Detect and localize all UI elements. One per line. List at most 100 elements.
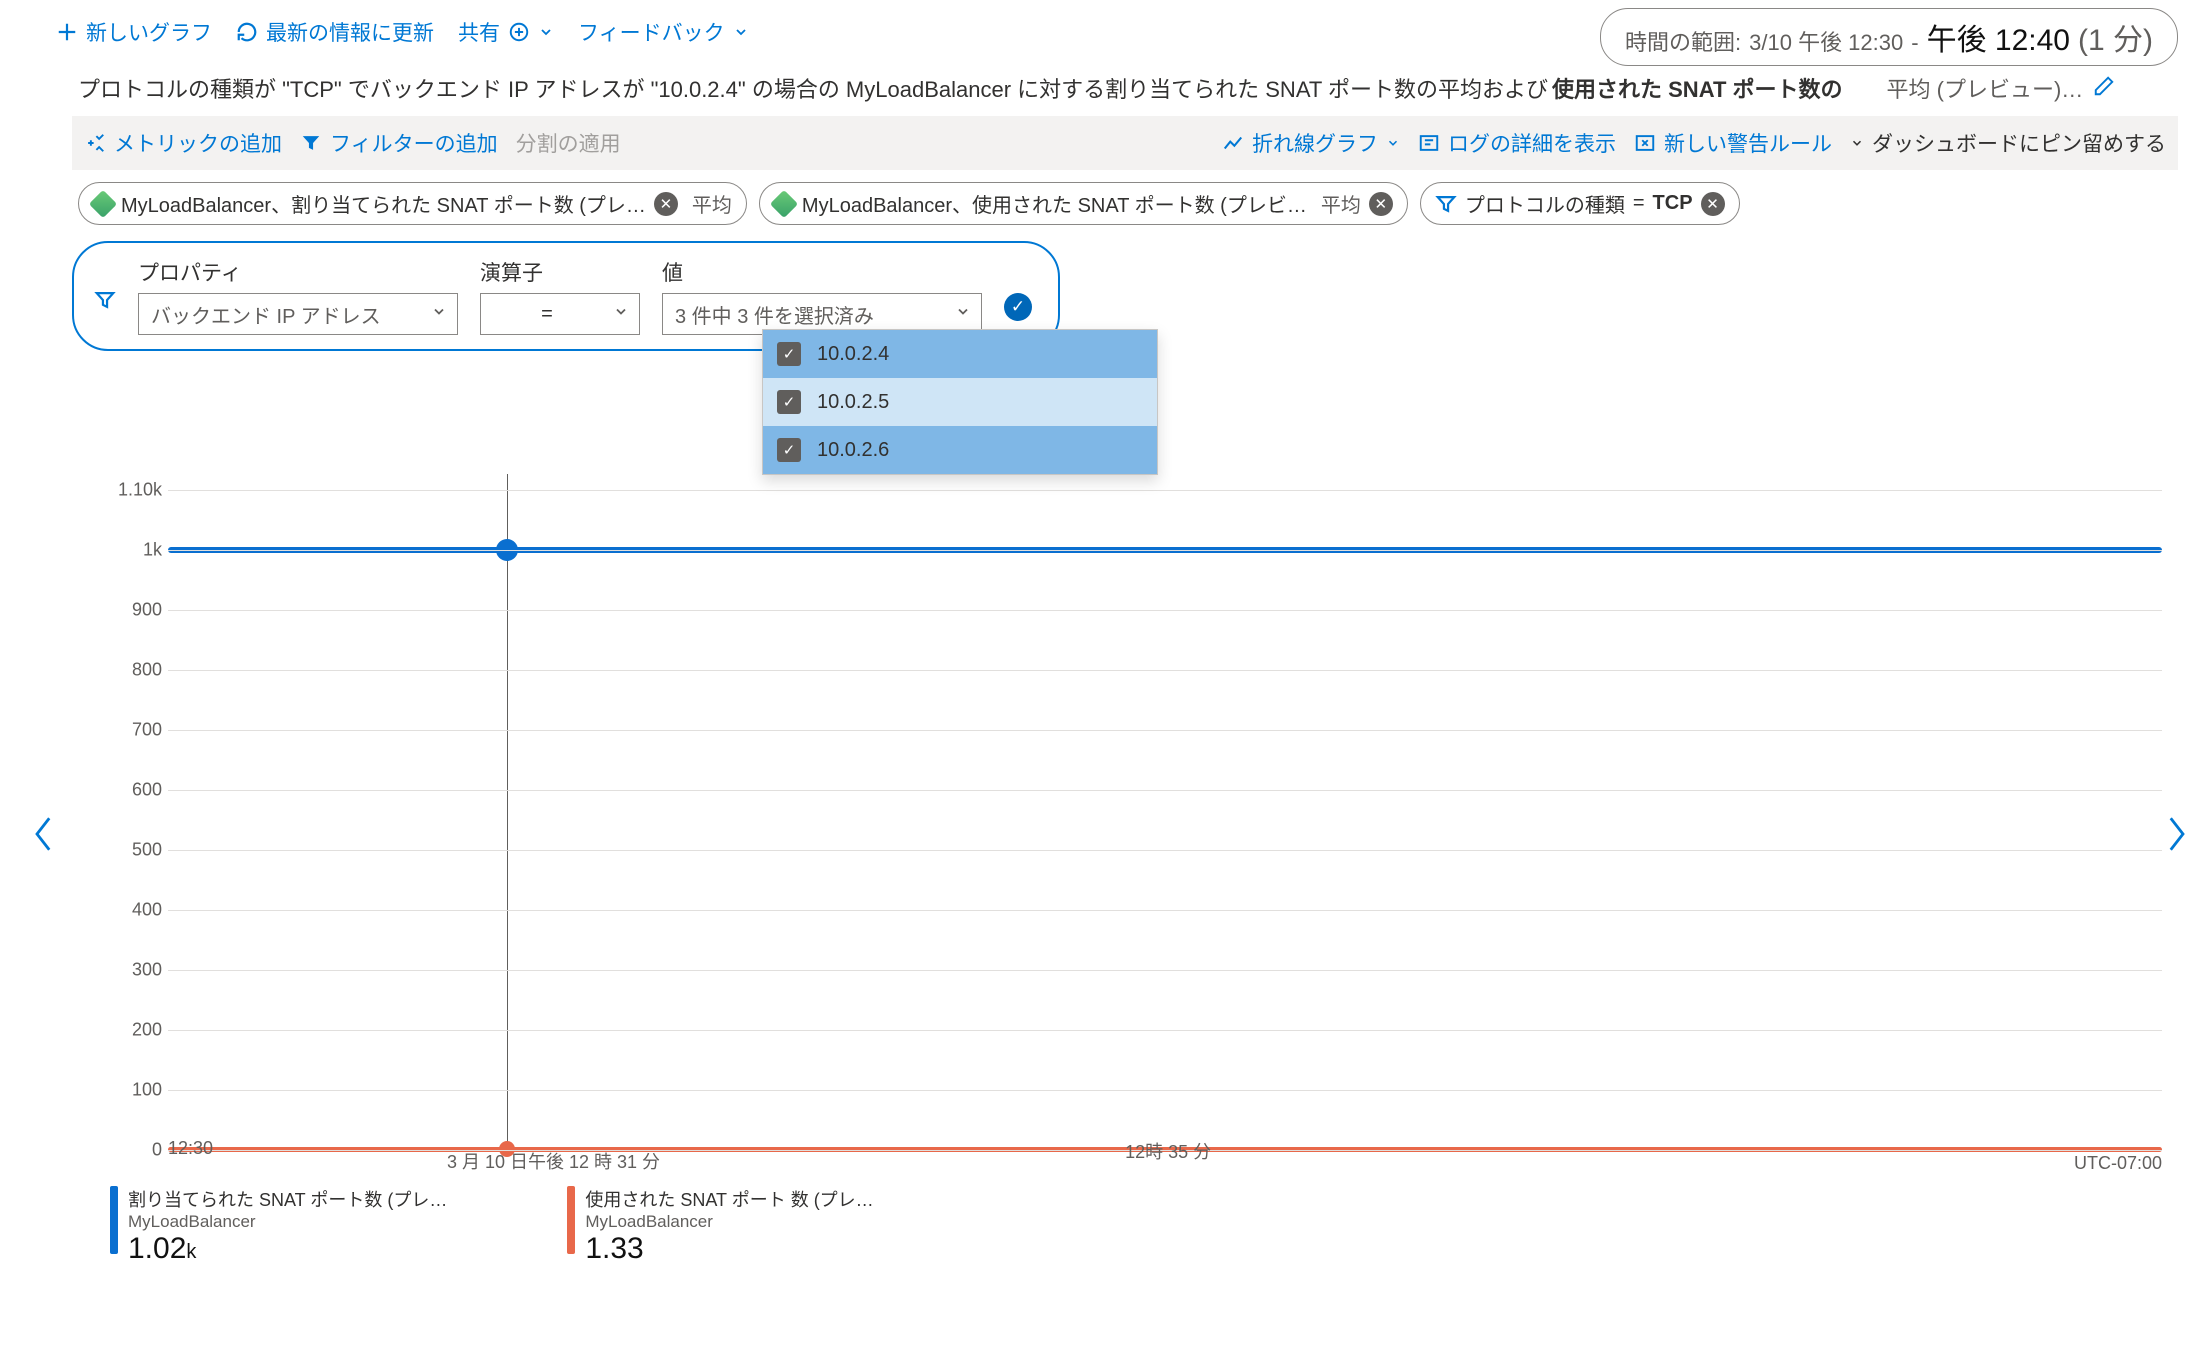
- remove-chip-icon[interactable]: ✕: [1369, 192, 1393, 216]
- timezone-label: UTC-07:00: [2074, 1153, 2162, 1174]
- time-range-sep: -: [1911, 30, 1918, 56]
- filter-property-label: プロパティ: [138, 257, 458, 287]
- checkbox-checked-icon: ✓: [777, 342, 801, 366]
- legend-item[interactable]: 使用された SNAT ポート 数 (プレ… MyLoadBalancer 1.3…: [567, 1186, 873, 1266]
- chevron-down-icon: [733, 24, 749, 40]
- cursor-time-label: 3 月 10 日午後 12 時 31 分: [447, 1148, 660, 1174]
- metric-chip-agg: 平均: [692, 189, 732, 218]
- filter-property-select[interactable]: バックエンド IP アドレス: [138, 293, 458, 335]
- edit-title-icon[interactable]: [2093, 75, 2115, 103]
- time-range-picker[interactable]: 時間の範囲: 3/10 午後 12:30 - 午後 12:40 (1 分): [1600, 8, 2178, 66]
- dropdown-option-label: 10.0.2.5: [817, 391, 889, 414]
- dropdown-option-label: 10.0.2.6: [817, 439, 889, 462]
- filter-operator-value: =: [541, 303, 553, 326]
- chart-grid: [168, 490, 2162, 1150]
- dropdown-option[interactable]: ✓ 10.0.2.4: [763, 330, 1157, 378]
- new-chart-button[interactable]: 新しいグラフ: [56, 17, 212, 47]
- chevron-down-icon: [613, 303, 629, 326]
- add-metric-button[interactable]: メトリックの追加: [84, 128, 282, 158]
- metric-diamond-icon: [770, 189, 798, 217]
- plus-icon: [56, 21, 78, 43]
- legend-item[interactable]: 割り当てられた SNAT ポート数 (プレ… MyLoadBalancer 1.…: [110, 1186, 447, 1266]
- filter-operator-select[interactable]: =: [480, 293, 640, 335]
- filter-value-label: 値: [662, 257, 982, 287]
- chart-toolbar: メトリックの追加 フィルターの追加 分割の適用 折れ線グラフ ログの詳細を表示 …: [72, 116, 2178, 170]
- apply-split-label: 分割の適用: [516, 128, 621, 158]
- metric-chip-agg: 平均: [1321, 189, 1361, 218]
- feedback-button[interactable]: フィードバック: [578, 17, 749, 47]
- checkbox-checked-icon: ✓: [777, 438, 801, 462]
- line-chart-icon: [1222, 132, 1244, 154]
- metric-chip-allocated[interactable]: MyLoadBalancer、割り当てられた SNAT ポート数 (プレ… ✕ …: [78, 182, 747, 225]
- filter-property-col: プロパティ バックエンド IP アドレス: [138, 257, 458, 335]
- metric-chip-label: MyLoadBalancer、割り当てられた SNAT ポート数 (プレ…: [121, 189, 646, 218]
- dropdown-option[interactable]: ✓ 10.0.2.6: [763, 426, 1157, 474]
- add-filter-button[interactable]: フィルターの追加: [300, 128, 498, 158]
- metric-diamond-icon: [89, 189, 117, 217]
- time-range-duration: (1 分): [2078, 15, 2153, 59]
- filter-property-value: バックエンド IP アドレス: [151, 300, 381, 329]
- chart-title-bold: 使用された SNAT ポート数の: [1552, 72, 1842, 104]
- filter-chip-prop: プロトコルの種類: [1465, 189, 1625, 218]
- chart-type-button[interactable]: 折れ線グラフ: [1222, 128, 1400, 158]
- chart-type-label: 折れ線グラフ: [1252, 128, 1378, 158]
- checkbox-checked-icon: ✓: [777, 390, 801, 414]
- filter-operator-label: 演算子: [480, 257, 640, 287]
- drill-logs-button[interactable]: ログの詳細を表示: [1418, 128, 1616, 158]
- chevron-down-icon: [1386, 136, 1400, 150]
- sparkle-add-icon: [84, 132, 106, 154]
- new-chart-label: 新しいグラフ: [86, 17, 212, 47]
- metric-chip-label: MyLoadBalancer、使用された SNAT ポート数 (プレビ…: [802, 189, 1307, 218]
- dropdown-option[interactable]: ✓ 10.0.2.5: [763, 378, 1157, 426]
- chart-title-main: プロトコルの種類が "TCP" でバックエンド IP アドレスが "10.0.2…: [78, 72, 1548, 104]
- x-axis-tick: 12時 35 分: [1125, 1138, 1211, 1164]
- remove-chip-icon[interactable]: ✕: [654, 192, 678, 216]
- filter-chip-protocol[interactable]: プロトコルの種類 = TCP ✕: [1420, 182, 1740, 225]
- legend-resource: MyLoadBalancer: [128, 1212, 447, 1232]
- share-icon: [508, 21, 530, 43]
- next-chart-button[interactable]: [2160, 810, 2192, 858]
- legend-series-name: 割り当てられた SNAT ポート数 (プレ…: [128, 1186, 447, 1212]
- add-filter-label: フィルターの追加: [330, 128, 498, 158]
- chevron-down-icon: [431, 303, 447, 326]
- filter-value-dropdown: ✓ 10.0.2.4 ✓ 10.0.2.5 ✓ 10.0.2.6: [762, 329, 1158, 475]
- alert-icon: [1634, 132, 1656, 154]
- chevron-down-icon: [538, 24, 554, 40]
- legend-color-bar: [567, 1186, 575, 1254]
- funnel-icon: [300, 132, 322, 154]
- chevron-down-icon: [1850, 136, 1864, 150]
- filter-chip-op: =: [1633, 192, 1645, 215]
- funnel-icon: [94, 289, 116, 317]
- filter-operator-col: 演算子 =: [480, 257, 640, 335]
- dropdown-option-label: 10.0.2.4: [817, 343, 889, 366]
- filter-value-value: 3 件中 3 件を選択済み: [675, 300, 874, 329]
- drill-logs-label: ログの詳細を表示: [1448, 128, 1616, 158]
- share-button[interactable]: 共有: [458, 17, 554, 47]
- refresh-icon: [236, 21, 258, 43]
- apply-split-button[interactable]: 分割の適用: [516, 128, 621, 158]
- chart-title-agg: 平均 (プレビュー)…: [1887, 72, 2084, 104]
- time-range-end: 午後 12:40: [1927, 15, 2070, 59]
- metric-chip-used[interactable]: MyLoadBalancer、使用された SNAT ポート数 (プレビ… 平均 …: [759, 182, 1408, 225]
- prev-chart-button[interactable]: [28, 810, 60, 858]
- apply-filter-button[interactable]: ✓: [1004, 293, 1032, 321]
- pin-dashboard-button[interactable]: ダッシュボードにピン留めする: [1850, 128, 2166, 158]
- pin-dashboard-label: ダッシュボードにピン留めする: [1872, 128, 2166, 158]
- refresh-button[interactable]: 最新の情報に更新: [236, 17, 434, 47]
- filter-chip-val: TCP: [1653, 192, 1693, 215]
- legend-value: 1.02k: [128, 1232, 447, 1266]
- remove-chip-icon[interactable]: ✕: [1701, 192, 1725, 216]
- feedback-label: フィードバック: [578, 17, 725, 47]
- add-metric-label: メトリックの追加: [114, 128, 282, 158]
- chart-title-row: プロトコルの種類が "TCP" でバックエンド IP アドレスが "10.0.2…: [0, 64, 2202, 112]
- filter-editor: プロパティ バックエンド IP アドレス 演算子 = 値 3 件中 3 件を選択…: [72, 241, 1060, 351]
- x-axis-tick: 12:30: [168, 1138, 213, 1174]
- chart-cursor-line: [507, 474, 509, 1150]
- legend-color-bar: [110, 1186, 118, 1254]
- legend-series-name: 使用された SNAT ポート 数 (プレ…: [585, 1186, 873, 1212]
- chips-row: MyLoadBalancer、割り当てられた SNAT ポート数 (プレ… ✕ …: [78, 182, 2178, 225]
- new-alert-label: 新しい警告ルール: [1664, 128, 1832, 158]
- new-alert-button[interactable]: 新しい警告ルール: [1634, 128, 1832, 158]
- chart-area[interactable]: 01002003004005006007008009001k1.10k 12:3…: [110, 490, 2162, 1266]
- chevron-down-icon: [955, 303, 971, 326]
